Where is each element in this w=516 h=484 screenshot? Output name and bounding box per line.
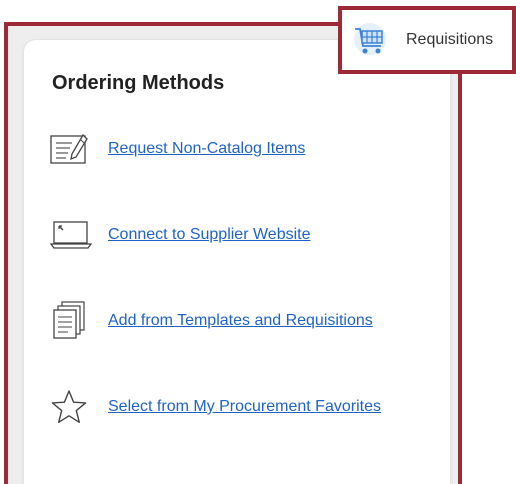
requisitions-button[interactable]: Requisitions: [338, 6, 516, 74]
star-icon: [50, 387, 96, 427]
method-connect-supplier-website[interactable]: Connect to Supplier Website: [50, 215, 310, 255]
method-link[interactable]: Add from Templates and Requisitions: [108, 312, 373, 330]
screen: Ordering Methods Request Non-Catalog Ite…: [0, 0, 516, 484]
method-link[interactable]: Select from My Procurement Favorites: [108, 398, 381, 416]
card-title: Ordering Methods: [52, 72, 225, 94]
requisitions-label: Requisitions: [406, 31, 494, 48]
method-link[interactable]: Request Non-Catalog Items: [108, 140, 305, 158]
documents-stack-icon: [50, 301, 96, 341]
method-link[interactable]: Connect to Supplier Website: [108, 226, 310, 244]
form-edit-icon: [50, 129, 96, 169]
laptop-icon: [50, 215, 96, 255]
method-request-non-catalog[interactable]: Request Non-Catalog Items: [50, 129, 305, 169]
ordering-methods-card: Ordering Methods Request Non-Catalog Ite…: [24, 40, 450, 484]
shopping-cart-icon: [350, 20, 390, 60]
method-select-favorites[interactable]: Select from My Procurement Favorites: [50, 387, 381, 427]
method-add-from-templates[interactable]: Add from Templates and Requisitions: [50, 301, 373, 341]
